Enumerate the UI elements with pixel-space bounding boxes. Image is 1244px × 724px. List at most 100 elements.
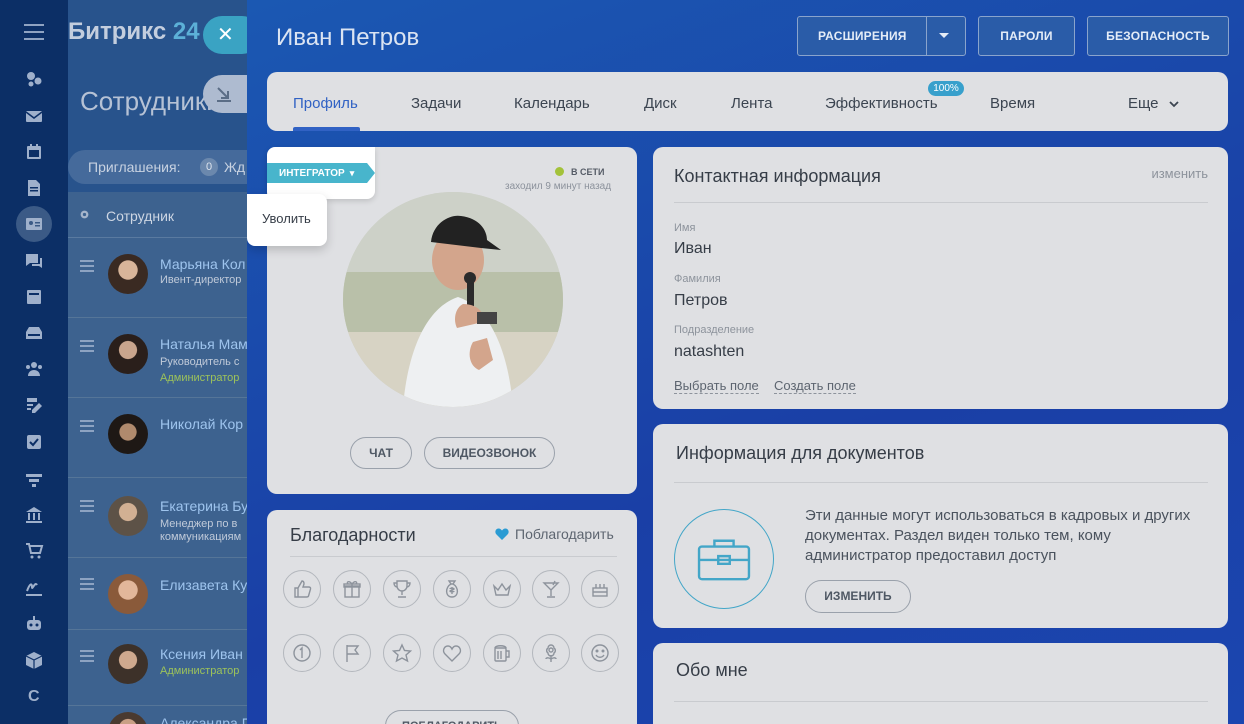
invitations-bar[interactable]: Приглашения: 0 Жд [68, 150, 268, 184]
trophy-icon[interactable] [383, 570, 421, 608]
tab-drive[interactable]: Диск [644, 95, 677, 112]
table-row[interactable]: Марьяна Кол Ивент-директор [68, 238, 268, 318]
page-title: Сотрудники [80, 86, 221, 116]
table-row[interactable]: Наталья Мам Руководитель с Администратор [68, 318, 268, 398]
choose-field-link[interactable]: Выбрать поле [674, 378, 759, 394]
chevron-down-icon[interactable] [1169, 99, 1179, 109]
robot-icon[interactable] [24, 613, 44, 633]
employee-name[interactable]: Елизавета Кур [160, 577, 255, 593]
tab-time[interactable]: Время [990, 95, 1035, 112]
arrow-down-right-icon [217, 87, 231, 102]
passwords-button[interactable]: Пароли [978, 16, 1075, 56]
star-icon[interactable] [383, 634, 421, 672]
calendar-icon[interactable] [24, 142, 44, 162]
drag-handle-icon[interactable] [80, 340, 94, 355]
profile-photo-image [343, 192, 563, 407]
security-button[interactable]: Безопасность [1087, 16, 1229, 56]
drag-handle-icon[interactable] [80, 578, 94, 593]
table-row[interactable]: Ксения Иван Администратор [68, 630, 268, 706]
group-icon[interactable] [24, 359, 44, 379]
role-menu: Уволить [247, 194, 327, 246]
money-bag-icon[interactable] [433, 570, 471, 608]
thanks-card: Благодарности Поблагодарить Поблагодарит… [267, 510, 637, 724]
employee-position: Ивент-директор [160, 274, 242, 286]
close-icon: ✕ [217, 24, 234, 46]
avatar [108, 644, 148, 684]
bank-icon[interactable] [24, 505, 44, 525]
slider-title: Иван Петров [276, 24, 420, 51]
chat-icon[interactable] [24, 251, 44, 271]
table-row[interactable]: Николай Кор [68, 398, 268, 478]
table-row[interactable]: Александра Г [68, 706, 268, 724]
list-header: Сотрудник [68, 192, 268, 238]
gear-icon[interactable] [78, 208, 91, 221]
logo-number: 24 [172, 18, 200, 45]
funnel-icon[interactable] [24, 470, 44, 490]
chat-button[interactable]: Чат [350, 437, 412, 469]
menu-icon[interactable] [24, 24, 44, 40]
number-one-icon[interactable] [283, 634, 321, 672]
employee-name[interactable]: Александра Г [160, 715, 249, 724]
flower-icon[interactable] [532, 634, 570, 672]
employee-name[interactable]: Марьяна Кол [160, 256, 245, 272]
tab-profile[interactable]: Профиль [293, 95, 358, 112]
documents-info-card: Информация для документов Эти данные мог… [653, 424, 1228, 628]
menu-item-dismiss[interactable]: Уволить [262, 211, 311, 226]
department-value[interactable]: natashten [674, 343, 744, 361]
tab-tasks[interactable]: Задачи [411, 95, 461, 112]
flag-icon[interactable] [333, 634, 371, 672]
profile-photo[interactable] [343, 192, 563, 407]
bitrix-logo[interactable]: Битрикс 24 [68, 18, 200, 46]
chevron-down-icon[interactable] [939, 33, 949, 38]
mail-icon[interactable] [24, 106, 44, 126]
edit-documents-button[interactable]: Изменить [805, 580, 911, 613]
tab-calendar[interactable]: Календарь [514, 95, 590, 112]
table-row[interactable]: Елизавета Кур [68, 558, 268, 630]
drag-handle-icon[interactable] [80, 260, 94, 275]
gift-icon[interactable] [333, 570, 371, 608]
drag-handle-icon[interactable] [80, 650, 94, 665]
beer-icon[interactable] [483, 634, 521, 672]
smile-icon[interactable] [581, 634, 619, 672]
edit-icon[interactable] [24, 395, 44, 415]
thank-link[interactable]: Поблагодарить [495, 526, 614, 542]
crown-icon[interactable] [483, 570, 521, 608]
employee-name[interactable]: Наталья Мам [160, 336, 248, 352]
cake-icon[interactable] [581, 570, 619, 608]
activity-icon[interactable] [24, 69, 44, 89]
tab-efficiency[interactable]: Эффективность [825, 95, 938, 112]
employee-name[interactable]: Екатерина Бу [160, 498, 248, 514]
thumbs-up-icon[interactable] [283, 570, 321, 608]
extensions-button[interactable]: Расширения [797, 16, 966, 56]
tasks-icon[interactable] [24, 432, 44, 452]
thank-button[interactable]: Поблагодарить [385, 710, 519, 724]
signature-icon[interactable] [24, 577, 44, 597]
active-tab-indicator [293, 127, 360, 131]
heart-icon[interactable] [433, 634, 471, 672]
news-icon[interactable] [24, 287, 44, 307]
box-icon[interactable] [24, 650, 44, 670]
document-icon[interactable] [24, 178, 44, 198]
drag-handle-icon[interactable] [80, 500, 94, 515]
video-call-button[interactable]: Видеозвонок [424, 437, 555, 469]
create-field-link[interactable]: Создать поле [774, 378, 856, 394]
cart-icon[interactable] [24, 541, 44, 561]
employee-card-icon[interactable] [16, 206, 52, 242]
tab-more[interactable]: Еще [1128, 95, 1159, 112]
employee-name[interactable]: Ксения Иван [160, 646, 243, 662]
tab-feed[interactable]: Лента [731, 95, 773, 112]
rail-bottom-letter[interactable]: C [28, 688, 40, 706]
table-row[interactable]: Екатерина Бу Менеджер по в коммуникациям [68, 478, 268, 558]
column-header-employee[interactable]: Сотрудник [106, 208, 174, 224]
left-nav-rail: C [0, 0, 68, 724]
contact-info-title: Контактная информация [674, 166, 881, 186]
cocktail-icon[interactable] [532, 570, 570, 608]
employee-role: Администратор [160, 665, 240, 677]
drive-icon[interactable] [24, 323, 44, 343]
drag-handle-icon[interactable] [80, 420, 94, 435]
edit-link[interactable]: изменить [1151, 166, 1208, 181]
role-tag[interactable]: Интегратор ▾ [267, 163, 375, 183]
employee-position-line2: коммуникациям [160, 531, 242, 543]
employee-name[interactable]: Николай Кор [160, 416, 243, 432]
invitations-wait: Жд [224, 159, 246, 175]
